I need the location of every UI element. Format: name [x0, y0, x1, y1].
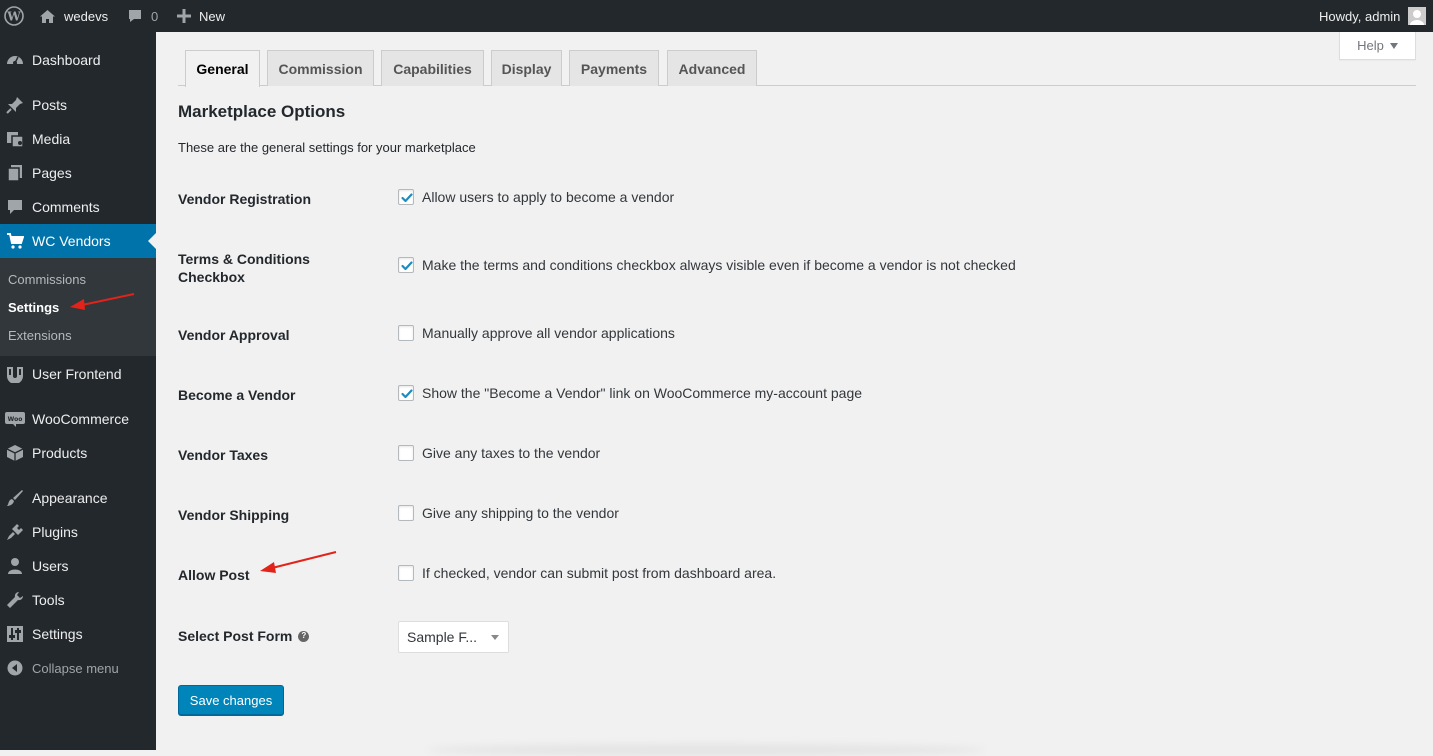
save-changes-button[interactable]: Save changes [178, 685, 284, 715]
post-form-selected: Sample F... [407, 629, 478, 645]
label-vendor-taxes: Vendor Taxes [178, 447, 269, 463]
menu-woocommerce[interactable]: Woo WooCommerce [0, 402, 156, 436]
tab-capabilities[interactable]: Capabilities [381, 50, 484, 86]
label-vendor-approval: Vendor Approval [178, 327, 290, 343]
svg-text:W: W [6, 10, 21, 24]
home-icon [40, 9, 55, 23]
vendor-approval-checkbox[interactable] [398, 325, 414, 341]
footer-shadow [426, 744, 986, 756]
label-allow-post: Allow Post [178, 567, 250, 583]
comment-bubble-icon [129, 10, 141, 22]
menu-settings[interactable]: Settings [0, 617, 156, 651]
label-become-vendor: Become a Vendor [178, 387, 296, 403]
svg-text:Woo: Woo [8, 416, 23, 423]
allow-post-checkbox[interactable] [398, 565, 414, 581]
vendor-taxes-option[interactable]: Give any taxes to the vendor [398, 445, 600, 461]
checkmark-icon [401, 261, 413, 271]
pages-icon [5, 163, 25, 183]
admin-bar: W wedevs 0 New Howdy, admin [0, 0, 1433, 32]
become-vendor-option[interactable]: Show the "Become a Vendor" link on WooCo… [398, 385, 862, 401]
menu-comments[interactable]: Comments [0, 190, 156, 224]
vendor-approval-option[interactable]: Manually approve all vendor applications [398, 325, 675, 341]
comment-icon [5, 197, 25, 217]
menu-media[interactable]: Media [0, 122, 156, 156]
greeting: Howdy, admin [1319, 8, 1401, 24]
menu-users[interactable]: Users [0, 549, 156, 583]
post-form-select[interactable]: Sample F... [398, 621, 509, 653]
vendor-registration-option[interactable]: Allow users to apply to become a vendor [398, 189, 674, 205]
label-vendor-registration: Vendor Registration [178, 191, 312, 207]
settings-tabs: General Commission Capabilities Display … [178, 50, 1416, 87]
plus-icon [177, 9, 191, 23]
user-frontend-icon [5, 364, 25, 384]
menu-plugins[interactable]: Plugins [0, 515, 156, 549]
collapse-arrow-icon [5, 658, 25, 678]
plug-icon [5, 522, 25, 542]
terms-conditions-option[interactable]: Make the terms and conditions checkbox a… [398, 257, 1016, 273]
select-caret-icon [491, 635, 499, 640]
submenu-extensions[interactable]: Extensions [8, 328, 72, 343]
terms-conditions-checkbox[interactable] [398, 257, 414, 273]
become-vendor-checkbox[interactable] [398, 385, 414, 401]
site-name: wedevs [64, 8, 109, 24]
menu-appearance[interactable]: Appearance [0, 481, 156, 515]
menu-posts[interactable]: Posts [0, 88, 156, 122]
allow-post-option[interactable]: If checked, vendor can submit post from … [398, 565, 776, 581]
avatar [1408, 7, 1427, 25]
new-label: New [199, 8, 226, 24]
menu-tools[interactable]: Tools [0, 583, 156, 617]
label-terms-conditions: Terms & Conditions Checkbox [178, 251, 310, 285]
tab-payments[interactable]: Payments [569, 50, 659, 86]
new-content-link[interactable]: New [177, 0, 225, 32]
help-tip-icon[interactable]: ? [298, 630, 310, 642]
vendor-taxes-checkbox[interactable] [398, 445, 414, 461]
pin-icon [5, 95, 25, 115]
wc-vendors-submenu: Commissions Settings Extensions [0, 258, 156, 356]
tab-general[interactable]: General [185, 50, 260, 87]
collapse-menu-button[interactable]: Collapse menu [0, 651, 156, 685]
caret-down-icon [1389, 42, 1398, 49]
submenu-settings[interactable]: Settings [8, 300, 59, 315]
vendor-shipping-checkbox[interactable] [398, 505, 414, 521]
main-content: Help General Commission Capabilities Dis… [156, 32, 1433, 756]
tab-display[interactable]: Display [491, 50, 562, 86]
wordpress-logo-icon[interactable]: W [4, 0, 24, 32]
tab-advanced[interactable]: Advanced [667, 50, 757, 86]
label-vendor-shipping: Vendor Shipping [178, 507, 290, 523]
dashboard-icon [5, 50, 25, 70]
wrench-icon [5, 590, 25, 610]
submenu-commissions[interactable]: Commissions [8, 272, 86, 287]
brush-icon [5, 488, 25, 508]
menu-pages[interactable]: Pages [0, 156, 156, 190]
menu-wc-vendors[interactable]: WC Vendors [0, 224, 156, 258]
comments-link[interactable]: 0 [127, 0, 158, 32]
user-icon [5, 556, 25, 576]
label-select-post-form: Select Post Form? [178, 627, 310, 645]
vendor-shipping-option[interactable]: Give any shipping to the vendor [398, 505, 619, 521]
page-description: These are the general settings for your … [178, 140, 476, 155]
sliders-icon [5, 624, 25, 644]
cart-icon [5, 231, 25, 251]
tab-commission[interactable]: Commission [267, 50, 374, 86]
page-title: Marketplace Options [178, 102, 346, 121]
menu-dashboard[interactable]: Dashboard [0, 43, 156, 77]
checkmark-icon [401, 193, 413, 203]
vendor-registration-checkbox[interactable] [398, 189, 414, 205]
checkmark-icon [401, 389, 413, 399]
menu-products[interactable]: Products [0, 436, 156, 470]
box-icon [5, 443, 25, 463]
media-icon [5, 129, 25, 149]
admin-sidebar: Dashboard Posts Media Pages Comments WC … [0, 32, 156, 750]
woocommerce-icon: Woo [5, 409, 25, 429]
menu-user-frontend[interactable]: User Frontend [0, 357, 156, 391]
comments-count: 0 [151, 8, 159, 24]
account-menu[interactable]: Howdy, admin [1319, 0, 1427, 32]
site-name-link[interactable]: wedevs [39, 0, 108, 32]
